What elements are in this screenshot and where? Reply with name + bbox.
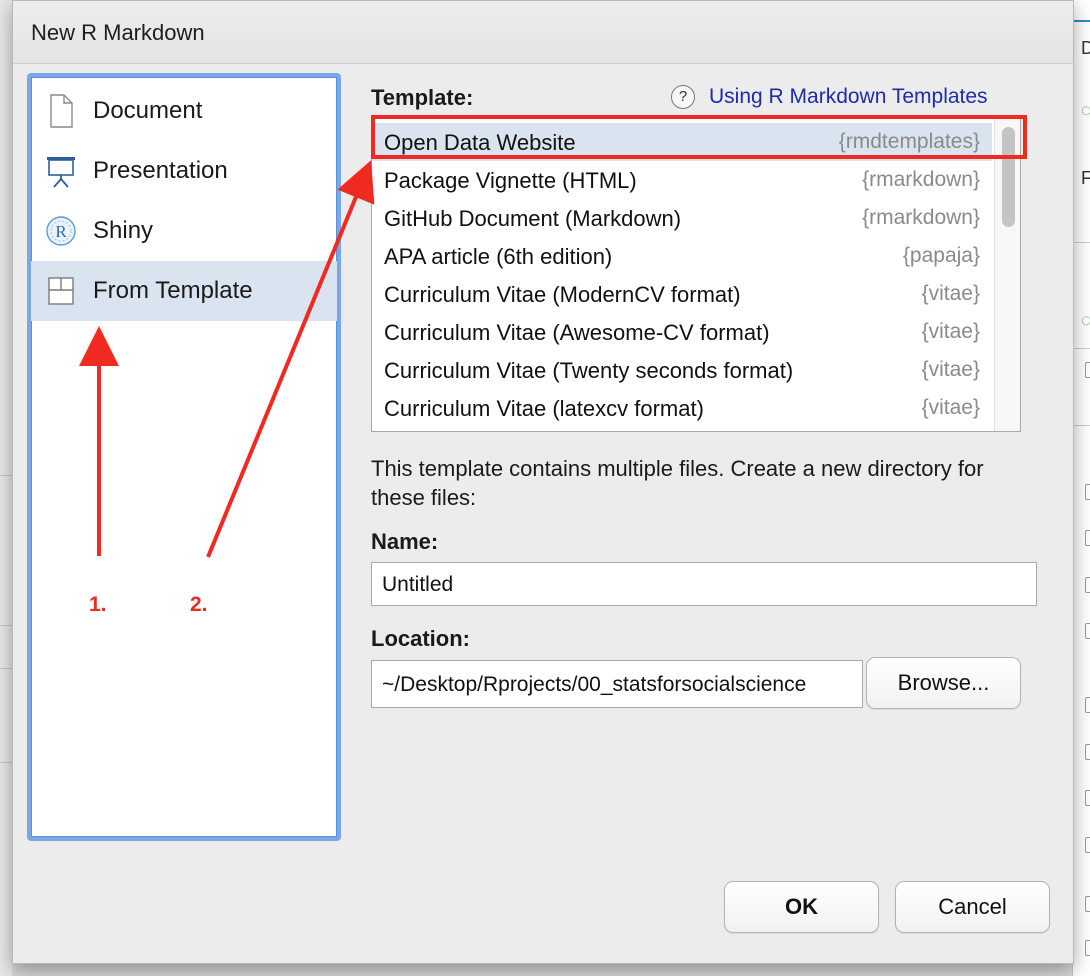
help-icon[interactable]: ?	[671, 85, 695, 109]
new-rmarkdown-dialog: New R Markdown Document Presentation R S…	[12, 0, 1074, 964]
document-icon	[50, 94, 73, 128]
sidebar-item-label: From Template	[93, 277, 253, 304]
name-label: Name:	[371, 529, 439, 554]
template-row[interactable]: APA article (6th edition) {papaja}	[372, 237, 992, 275]
template-row[interactable]: GitHub Document (Markdown) {rmarkdown}	[372, 199, 992, 237]
template-row[interactable]: Curriculum Vitae (ModernCV format) {vita…	[372, 275, 992, 313]
cancel-button[interactable]: Cancel	[895, 881, 1050, 933]
template-name: Curriculum Vitae (Awesome-CV format)	[384, 320, 770, 345]
dialog-title: New R Markdown	[31, 20, 205, 45]
template-package: {rmarkdown}	[862, 168, 980, 191]
template-package: {rmarkdown}	[862, 206, 980, 229]
template-name: GitHub Document (Markdown)	[384, 206, 682, 231]
location-input[interactable]: ~/Desktop/Rprojects/00_statsforsocialsci…	[371, 660, 863, 708]
sidebar-item-label: Document	[93, 97, 203, 124]
template-package: {vitae}	[921, 282, 980, 305]
annotation-step-1: 1.	[89, 593, 107, 616]
template-label: Template:	[371, 85, 474, 110]
template-name: Curriculum Vitae (Twenty seconds format)	[384, 358, 794, 383]
template-package: {vitae}	[921, 396, 980, 419]
svg-text:R: R	[55, 222, 67, 241]
sidebar-item-shiny[interactable]: R Shiny	[31, 201, 337, 261]
template-list-scrollbar[interactable]	[994, 119, 1020, 431]
sidebar-item-presentation[interactable]: Presentation	[31, 141, 337, 201]
ok-button[interactable]: OK	[724, 881, 879, 933]
template-name: Curriculum Vitae (latexcv format)	[384, 396, 704, 421]
background-window-left	[0, 0, 12, 976]
dialog-titlebar: New R Markdown	[13, 1, 1073, 64]
browse-button[interactable]: Browse...	[866, 657, 1021, 709]
template-list: Open Data Website {rmdtemplates} Package…	[371, 118, 1021, 432]
sidebar-item-from-template[interactable]: From Template	[31, 261, 337, 321]
annotation-highlight-box	[371, 115, 1027, 159]
sidebar-item-label: Shiny	[93, 217, 154, 244]
template-row[interactable]: Package Vignette (HTML) {rmarkdown}	[372, 161, 992, 199]
template-name: Package Vignette (HTML)	[384, 168, 637, 193]
template-package: {vitae}	[921, 358, 980, 381]
presentation-icon	[47, 157, 75, 188]
name-input[interactable]: Untitled	[371, 562, 1037, 606]
template-name: Curriculum Vitae (ModernCV format)	[384, 282, 741, 307]
template-row[interactable]: Curriculum Vitae (Awesome-CV format) {vi…	[372, 313, 992, 351]
template-package: {papaja}	[902, 244, 980, 267]
template-row[interactable]: Curriculum Vitae (Twenty seconds format)…	[372, 351, 992, 389]
location-label: Location:	[371, 626, 470, 651]
template-package: {vitae}	[921, 320, 980, 343]
annotation-step-2: 2.	[190, 593, 208, 616]
format-type-list: Document Presentation R Shiny From Templ…	[27, 73, 341, 841]
using-templates-link[interactable]: Using R Markdown Templates	[709, 85, 988, 109]
shiny-r-icon: R	[46, 216, 76, 246]
template-row[interactable]: Curriculum Vitae (latexcv format) {vitae…	[372, 389, 992, 427]
sidebar-item-document[interactable]: Document	[31, 81, 337, 141]
sidebar-item-label: Presentation	[93, 157, 228, 184]
background-window-right: D ◌ F ◌	[1072, 0, 1090, 976]
template-name: APA article (6th edition)	[384, 244, 613, 269]
template-icon	[48, 277, 74, 305]
template-description: This template contains multiple files. C…	[371, 456, 984, 510]
